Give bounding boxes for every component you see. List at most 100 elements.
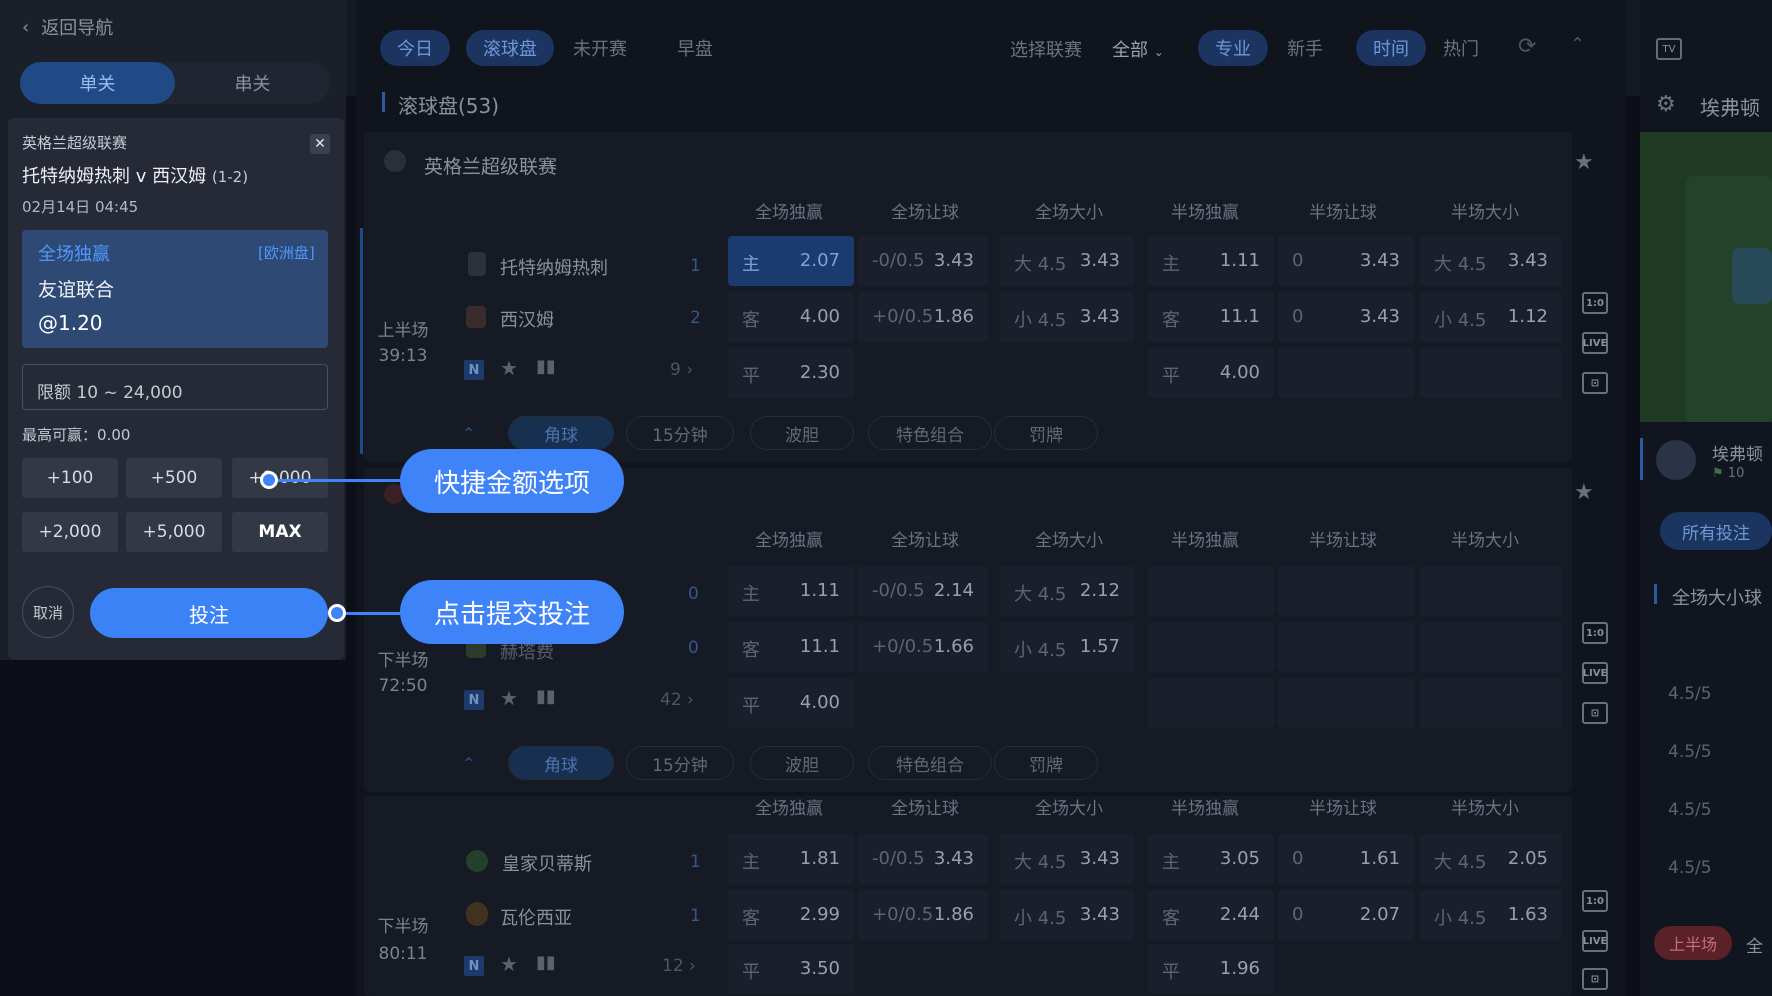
tab-early[interactable]: 早盘 <box>660 30 730 66</box>
more-markets-link[interactable]: 42 › <box>660 690 694 710</box>
odds-cell[interactable]: -0/0.5 3.43 <box>858 236 988 286</box>
league-filter-select[interactable]: 全部 ⌄ <box>1112 36 1164 62</box>
odds-cell[interactable]: -0/0.5 2.14 <box>858 566 988 616</box>
favorite-star-icon[interactable]: ★ <box>1574 480 1594 505</box>
odds-cell[interactable]: 客 11.1 <box>1148 292 1274 342</box>
pitch-icon[interactable]: ⊡ <box>1582 702 1608 724</box>
home-team[interactable]: 托特纳姆热刺 <box>500 254 608 280</box>
odds-cell[interactable]: 主 1.11 <box>1148 236 1274 286</box>
stats-icon[interactable]: ▮▮ <box>536 356 556 377</box>
view-pro[interactable]: 专业 <box>1198 30 1268 66</box>
home-team[interactable]: 皇家贝蒂斯 <box>502 850 592 876</box>
market-tab-15min[interactable]: 15分钟 <box>626 746 734 780</box>
odds-cell[interactable]: 大 4.5 3.43 <box>1000 834 1134 884</box>
corner-flag-icon: ⚑ <box>1712 466 1724 481</box>
chevron-up-icon[interactable]: ⌃ <box>462 424 475 443</box>
odds-cell[interactable]: 小 4.5 1.57 <box>1000 622 1134 672</box>
quick-amount-5000[interactable]: +5,000 <box>126 512 222 552</box>
market-tab-corners[interactable]: 角球 <box>508 416 614 450</box>
mode-single[interactable]: 单关 <box>20 62 175 104</box>
chevron-up-icon[interactable]: ⌃ <box>462 754 475 773</box>
quick-amount-1000[interactable]: +1,000 <box>232 458 328 498</box>
odds-cell[interactable]: 小 4.5 1.63 <box>1420 890 1562 940</box>
odds-cell[interactable]: -0/0.5 3.43 <box>858 834 988 884</box>
odds-cell[interactable]: 平 4.00 <box>1148 348 1274 398</box>
stake-input[interactable]: 限额 10 ~ 24,000 <box>22 364 328 410</box>
gear-icon[interactable]: ⚙ <box>1656 92 1676 117</box>
quick-amount-max[interactable]: MAX <box>232 512 328 552</box>
odds-cell[interactable]: 客 11.1 <box>728 622 854 672</box>
odds-cell[interactable]: 平 3.50 <box>728 944 854 994</box>
market-tab-cards[interactable]: 罚牌 <box>994 416 1098 450</box>
tab-live[interactable]: 滚球盘 <box>466 30 554 66</box>
market-tab-specials[interactable]: 特色组合 <box>868 416 992 450</box>
more-markets-link[interactable]: 12 › <box>662 956 696 976</box>
star-icon[interactable]: ★ <box>500 686 518 710</box>
pitch-icon[interactable]: ⊡ <box>1582 372 1608 394</box>
star-icon[interactable]: ★ <box>500 356 518 380</box>
tv-icon[interactable]: TV <box>1656 38 1682 60</box>
live-icon[interactable]: LIVE <box>1582 930 1608 952</box>
tab-today[interactable]: 今日 <box>380 30 450 66</box>
market-tab-corners[interactable]: 角球 <box>508 746 614 780</box>
close-icon[interactable]: ✕ <box>310 134 330 154</box>
away-team[interactable]: 瓦伦西亚 <box>500 904 572 930</box>
odds-cell[interactable]: 客 2.99 <box>728 890 854 940</box>
period-next[interactable]: 全 <box>1746 932 1763 957</box>
favorite-star-icon[interactable]: ★ <box>1574 150 1594 175</box>
odds-cell[interactable]: 小 4.5 3.43 <box>1000 292 1134 342</box>
odds-cell[interactable]: 平 1.96 <box>1148 944 1274 994</box>
odds-cell[interactable]: 0 3.43 <box>1278 236 1414 286</box>
all-bets-button[interactable]: 所有投注 <box>1660 512 1772 550</box>
market-tab-15min[interactable]: 15分钟 <box>626 416 734 450</box>
odds-cell[interactable]: 平 4.00 <box>728 678 854 728</box>
sort-time[interactable]: 时间 <box>1356 30 1426 66</box>
submit-bet-button[interactable]: 投注 <box>90 588 328 638</box>
back-nav-link[interactable]: ‹ 返回导航 <box>22 14 113 40</box>
live-icon[interactable]: LIVE <box>1582 662 1608 684</box>
cancel-button[interactable]: 取消 <box>22 586 74 638</box>
odds-cell[interactable]: 大 4.5 3.43 <box>1420 236 1562 286</box>
score-icon[interactable]: 1:0 <box>1582 622 1608 644</box>
away-team[interactable]: 西汉姆 <box>500 306 554 332</box>
odds-cell[interactable]: 客 4.00 <box>728 292 854 342</box>
market-tab-specials[interactable]: 特色组合 <box>868 746 992 780</box>
odds-cell[interactable]: +0/0.5 1.66 <box>858 622 988 672</box>
odds-cell[interactable]: 客 2.44 <box>1148 890 1274 940</box>
odds-cell[interactable]: 小 4.5 3.43 <box>1000 890 1134 940</box>
odds-cell[interactable]: 0 2.07 <box>1278 890 1414 940</box>
odds-cell[interactable]: 大 4.5 3.43 <box>1000 236 1134 286</box>
mode-parlay[interactable]: 串关 <box>175 62 330 104</box>
quick-amount-500[interactable]: +500 <box>126 458 222 498</box>
market-tab-correct-score[interactable]: 波胆 <box>750 746 854 780</box>
collapse-icon[interactable]: ⌃ <box>1570 34 1585 55</box>
sort-hot[interactable]: 热门 <box>1428 30 1494 66</box>
odds-cell[interactable]: 0 1.61 <box>1278 834 1414 884</box>
odds-cell[interactable]: 大 4.5 2.05 <box>1420 834 1562 884</box>
odds-cell-selected[interactable]: 主 2.07 <box>728 236 854 286</box>
view-beginner[interactable]: 新手 <box>1272 30 1338 66</box>
live-icon[interactable]: LIVE <box>1582 332 1608 354</box>
odds-cell[interactable]: +0/0.5 1.86 <box>858 292 988 342</box>
odds-cell[interactable]: 0 3.43 <box>1278 292 1414 342</box>
odds-cell[interactable]: +0/0.5 1.86 <box>858 890 988 940</box>
more-markets-link[interactable]: 9 › <box>670 360 693 380</box>
tab-upcoming[interactable]: 未开赛 <box>560 30 640 66</box>
stats-icon[interactable]: ▮▮ <box>536 686 556 707</box>
odds-cell[interactable]: 平 2.30 <box>728 348 854 398</box>
score-icon[interactable]: 1:0 <box>1582 292 1608 314</box>
market-tab-cards[interactable]: 罚牌 <box>994 746 1098 780</box>
star-icon[interactable]: ★ <box>500 952 518 976</box>
refresh-icon[interactable]: ⟳ <box>1518 34 1536 59</box>
market-tab-correct-score[interactable]: 波胆 <box>750 416 854 450</box>
score-icon[interactable]: 1:0 <box>1582 890 1608 912</box>
stats-icon[interactable]: ▮▮ <box>536 952 556 973</box>
odds-cell[interactable]: 小 4.5 1.12 <box>1420 292 1562 342</box>
odds-cell[interactable]: 主 3.05 <box>1148 834 1274 884</box>
pitch-icon[interactable]: ⊡ <box>1582 968 1608 990</box>
odds-cell[interactable]: 大 4.5 2.12 <box>1000 566 1134 616</box>
quick-amount-100[interactable]: +100 <box>22 458 118 498</box>
odds-cell[interactable]: 主 1.11 <box>728 566 854 616</box>
odds-cell[interactable]: 主 1.81 <box>728 834 854 884</box>
quick-amount-2000[interactable]: +2,000 <box>22 512 118 552</box>
